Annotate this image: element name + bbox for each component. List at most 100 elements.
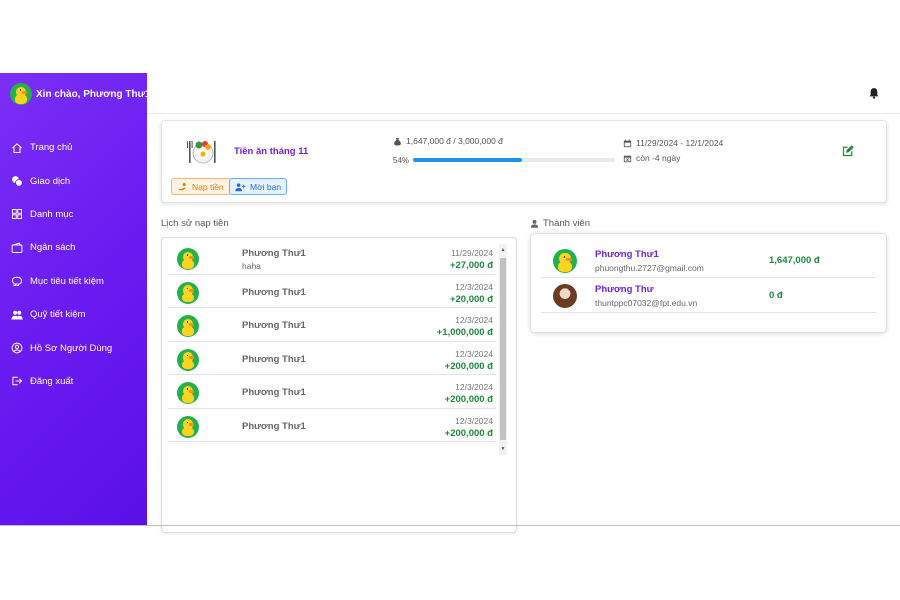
sidebar: Xin chào, Phương Thư1 Trang chủ Giao dịc… (0, 73, 150, 526)
history-name: Phương Thư1 (242, 248, 306, 259)
history-list: Phương Thư1 haha 11/29/2024 +27,000 đ Ph… (168, 241, 496, 442)
history-amount: +27,000 đ (449, 260, 493, 271)
member-email: thuntppc07032@fpt.edu.vn (595, 298, 698, 308)
sidebar-item-label: Quỹ tiết kiệm (30, 309, 86, 321)
fund-dates: 11/29/2024 - 12/1/2024 (623, 138, 723, 148)
avatar (177, 281, 199, 304)
history-amount: +200,000 đ (444, 360, 493, 372)
fund-progress-bar (413, 158, 615, 162)
avatar (177, 382, 199, 404)
list-item: Phương Thư1 12/3/2024 +200,000 đ (168, 409, 496, 442)
member-name: Phương Thư (595, 284, 654, 295)
scroll-up-icon[interactable]: ▲ (500, 246, 506, 254)
deposit-button[interactable]: Nạp tiền (171, 178, 231, 195)
avatar (177, 415, 199, 438)
sidebar-item-categories[interactable]: Danh mục (0, 198, 147, 231)
sidebar-item-home[interactable]: Trang chủ (0, 131, 147, 164)
history-amount: +200,000 đ (444, 427, 493, 439)
member-email: phuongthu.2727@gmail.com (595, 263, 704, 273)
sidebar-item-label: Danh mục (30, 208, 74, 220)
calendar-x-icon (623, 155, 632, 162)
invite-button-label: Mời bạn (250, 181, 282, 192)
sidebar-item-logout[interactable]: Đăng xuất (0, 365, 147, 398)
user-icon (530, 219, 539, 228)
member-amount: 0 đ (769, 290, 783, 301)
avatar (177, 248, 199, 270)
history-scrollbar[interactable]: ▲ ▼ (499, 244, 507, 455)
history-amount: +1,000,000 đ (436, 327, 493, 338)
history-name: Phương Thư1 (242, 286, 306, 298)
history-note: haha (242, 261, 261, 271)
user-plus-icon (235, 182, 246, 191)
sidebar-item-transactions[interactable]: Giao dịch (0, 164, 147, 197)
deposit-history: Phương Thư1 haha 11/29/2024 +27,000 đ Ph… (161, 237, 517, 533)
history-name: Phương Thư1 (242, 420, 306, 432)
list-item: Phương Thư1 12/3/2024 +1,000,000 đ (168, 308, 496, 342)
invite-button[interactable]: Mời bạn (229, 178, 288, 195)
avatar (553, 249, 577, 273)
member-row: Phương Thư1 phuongthu.2727@gmail.com 1,6… (541, 244, 876, 278)
calendar-icon (623, 139, 632, 147)
app-root: Xin chào, Phương Thư1 Trang chủ Giao dịc… (0, 73, 900, 533)
avatar[interactable] (10, 83, 32, 105)
fund-percent: 54% (393, 156, 410, 165)
list-item: Phương Thư1 12/3/2024 +200,000 đ (168, 375, 496, 409)
sidebar-item-profile[interactable]: Hồ Sơ Người Dùng (0, 331, 147, 364)
top-bar (147, 73, 900, 114)
fund-amount: 1,647,000 đ / 3,000,000 đ (393, 136, 503, 146)
history-title: Lịch sử nạp tiền (161, 218, 229, 229)
sidebar-item-label: Giao dịch (30, 175, 71, 187)
scroll-thumb[interactable] (500, 258, 506, 440)
history-date: 12/3/2024 (455, 281, 493, 292)
member-row: Phương Thư thuntppc07032@fpt.edu.vn 0 đ (541, 279, 876, 313)
history-title-text: Lịch sử nạp tiền (161, 218, 229, 229)
sidebar-item-budget[interactable]: Ngân sách (0, 231, 147, 264)
members-title: Thành viên (530, 218, 590, 229)
fund-card: Tiền ăn tháng 11 1,647,000 đ / 3,000,000… (161, 120, 887, 203)
logout-icon (12, 377, 23, 386)
sidebar-item-saving-goals[interactable]: Mục tiêu tiết kiệm (0, 265, 147, 298)
history-date: 12/3/2024 (455, 382, 493, 392)
history-date: 12/3/2024 (455, 315, 493, 325)
sidebar-item-saving-funds[interactable]: Quỹ tiết kiệm (0, 298, 147, 331)
bell-icon[interactable] (868, 87, 880, 99)
fund-name: Tiền ăn tháng 11 (234, 146, 309, 157)
members-card: Phương Thư1 phuongthu.2727@gmail.com 1,6… (530, 233, 887, 333)
history-date: 12/3/2024 (455, 415, 493, 426)
edit-icon[interactable] (842, 145, 854, 157)
history-name: Phương Thư1 (242, 353, 306, 365)
history-name: Phương Thư1 (242, 320, 306, 331)
avatar (553, 284, 577, 308)
deposit-button-label: Nạp tiền (192, 181, 224, 192)
member-amount: 1,647,000 đ (769, 255, 820, 266)
piggy-bank-icon (12, 277, 22, 287)
history-amount: +20,000 đ (449, 293, 493, 305)
history-date: 12/3/2024 (455, 348, 493, 359)
fund-progress-fill (413, 158, 523, 162)
sidebar-item-label: Ngân sách (30, 242, 76, 254)
history-name: Phương Thư1 (242, 387, 306, 398)
history-date: 11/29/2024 (451, 248, 493, 258)
fund-amount-text: 1,647,000 đ / 3,000,000 đ (406, 136, 503, 146)
member-name: Phương Thư1 (595, 249, 659, 260)
user-circle-icon (11, 342, 23, 354)
list-item: Phương Thư1 12/3/2024 +200,000 đ (168, 342, 496, 375)
history-amount: +200,000 đ (444, 394, 493, 405)
scroll-down-icon[interactable]: ▼ (500, 445, 506, 453)
page-bottom-divider (0, 525, 900, 526)
users-icon (11, 310, 23, 320)
avatar (177, 348, 199, 371)
money-bag-icon (394, 137, 401, 145)
fund-dates-text: 11/29/2024 - 12/1/2024 (636, 138, 724, 148)
list-item: Phương Thư1 12/3/2024 +20,000 đ (168, 275, 496, 308)
members-title-text: Thành viên (543, 218, 591, 229)
coins-icon (12, 176, 23, 187)
greeting-text: Xin chào, Phương Thư1 (36, 88, 151, 100)
sidebar-header: Xin chào, Phương Thư1 (10, 83, 150, 105)
sidebar-item-label: Mục tiêu tiết kiệm (30, 275, 104, 287)
fund-remaining-text: còn -4 ngày (636, 153, 681, 163)
hand-coin-icon (178, 182, 186, 190)
grid-icon (12, 209, 22, 220)
list-item: Phương Thư1 haha 11/29/2024 +27,000 đ (168, 241, 496, 275)
sidebar-item-label: Trang chủ (30, 142, 73, 154)
